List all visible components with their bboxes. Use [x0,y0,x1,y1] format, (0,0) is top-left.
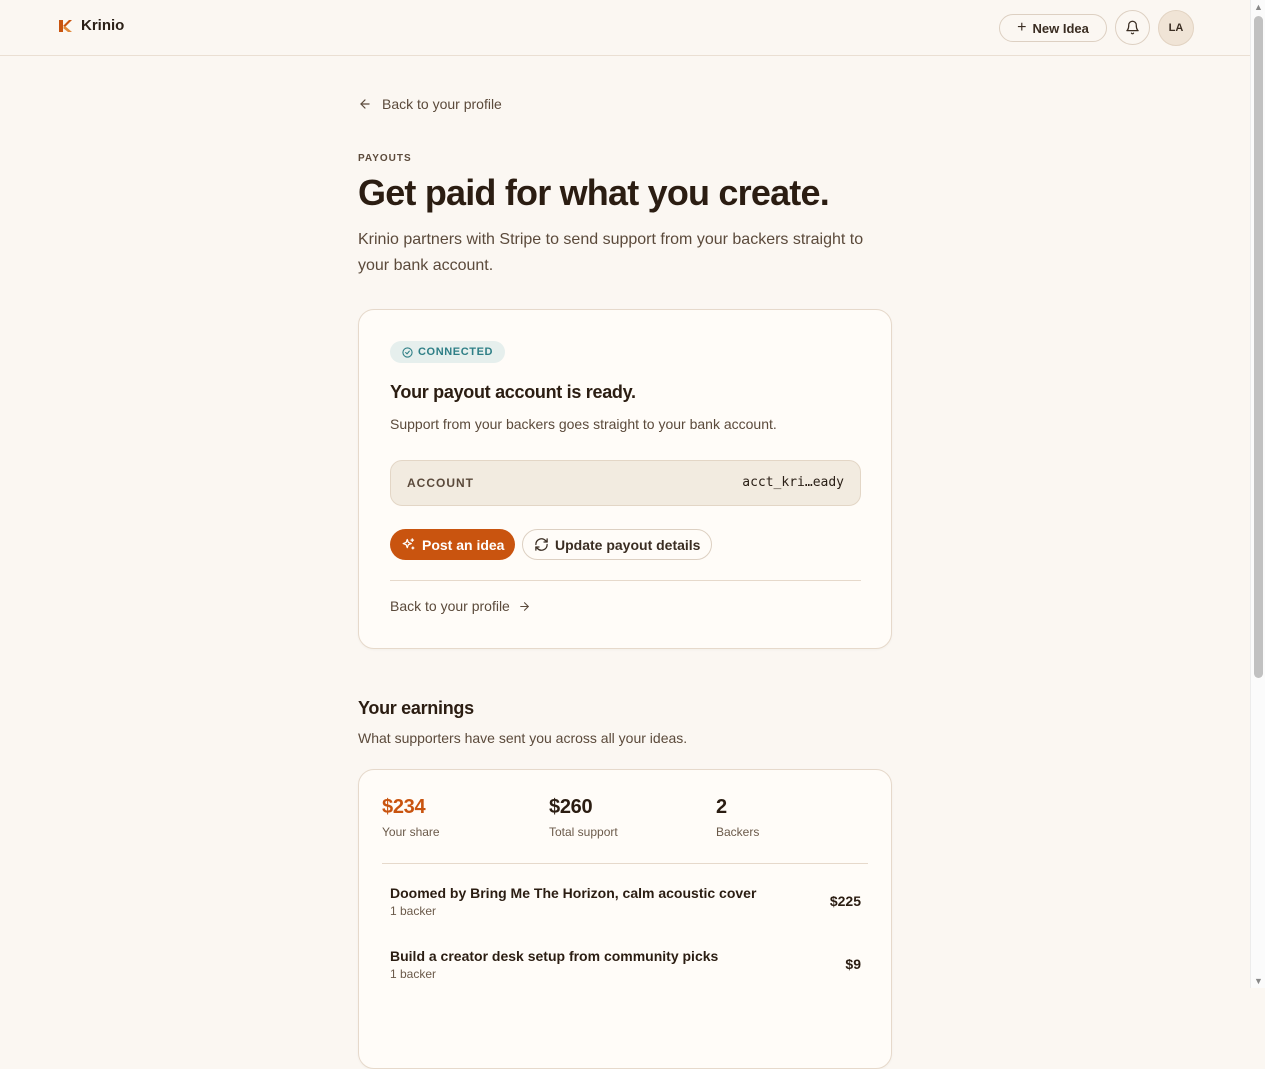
arrow-right-icon [520,601,529,611]
status-badge: CONNECTED [390,341,506,363]
arrow-left-icon [360,99,370,109]
page-subtitle: Krinio partners with Stripe to send supp… [358,231,864,274]
earnings-section-title: Your earnings [358,698,474,718]
page-scrollbar[interactable]: ▲ ▼ [1250,0,1265,988]
stat-value: 2 [716,796,727,818]
earnings-row-meta: 1 backer [390,967,437,981]
stat-total-support: $260 Total support [549,796,618,839]
earnings-divider [382,863,868,864]
page-title: Get paid for what you create. [358,172,830,213]
stat-value: $260 [549,796,593,818]
scroll-down-arrow-icon[interactable]: ▼ [1254,976,1263,986]
refresh-icon [535,538,548,551]
earnings-row-title: Doomed by Bring Me The Horizon, calm aco… [390,885,757,901]
earnings-row[interactable]: Doomed by Bring Me The Horizon, calm aco… [390,885,861,918]
stat-value: $234 [382,796,426,818]
krinio-logo-icon [59,19,72,32]
stat-label: Backers [716,825,760,839]
earnings-row[interactable]: Build a creator desk setup from communit… [390,948,861,981]
top-navigation-bar: Krinio + New Idea LA [0,0,1250,56]
earnings-row-amount: $225 [829,893,861,909]
stat-backers: 2 Backers [716,796,759,839]
notifications-button[interactable] [1115,10,1150,45]
check-circle-icon [402,346,413,358]
scrollbar-thumb[interactable] [1254,16,1263,678]
update-payout-label: Update payout details [555,536,701,553]
account-label: ACCOUNT [407,476,474,490]
earnings-row-amount: $9 [845,956,861,972]
card-divider [390,580,861,581]
bell-icon [1126,20,1139,35]
earnings-row-title: Build a creator desk setup from communit… [390,948,719,964]
payout-card-title: Your payout account is ready. [390,382,636,402]
post-idea-button[interactable]: Post an idea [390,529,516,560]
brand-name: Krinio [81,17,125,34]
account-value: acct_kri…eady [742,475,844,490]
account-id-box: ACCOUNT acct_kri…eady [390,460,861,506]
stat-your-share: $234 Your share [382,796,440,839]
back-link-label: Back to your profile [382,96,502,112]
sparkles-icon [402,538,415,550]
plus-icon: + [1017,19,1027,36]
avatar-initials: LA [1168,22,1184,34]
earnings-section-subtitle: What supporters have sent you across all… [358,730,688,746]
update-payout-details-button[interactable]: Update payout details [522,529,713,560]
back-link-card-label: Back to your profile [390,598,510,614]
stat-label: Your share [382,825,440,839]
new-idea-label: New Idea [1032,20,1089,36]
brand-logo-link[interactable]: Krinio [57,17,124,34]
post-idea-label: Post an idea [422,536,505,553]
stat-label: Total support [549,825,618,839]
status-badge-label: CONNECTED [418,346,494,358]
earnings-card: $234 Your share $260 Total support 2 Bac… [358,769,892,1069]
back-to-profile-link[interactable]: Back to your profile [358,96,502,112]
user-avatar-button[interactable]: LA [1158,10,1194,46]
new-idea-button[interactable]: + New Idea [999,14,1107,42]
earnings-row-meta: 1 backer [390,904,437,918]
payout-account-card: CONNECTED Your payout account is ready. … [358,309,892,649]
payout-card-description: Support from your backers goes straight … [390,416,777,432]
back-to-profile-card-link[interactable]: Back to your profile [390,598,531,614]
page-eyebrow: PAYOUTS [358,153,412,164]
scroll-up-arrow-icon[interactable]: ▲ [1254,2,1263,12]
